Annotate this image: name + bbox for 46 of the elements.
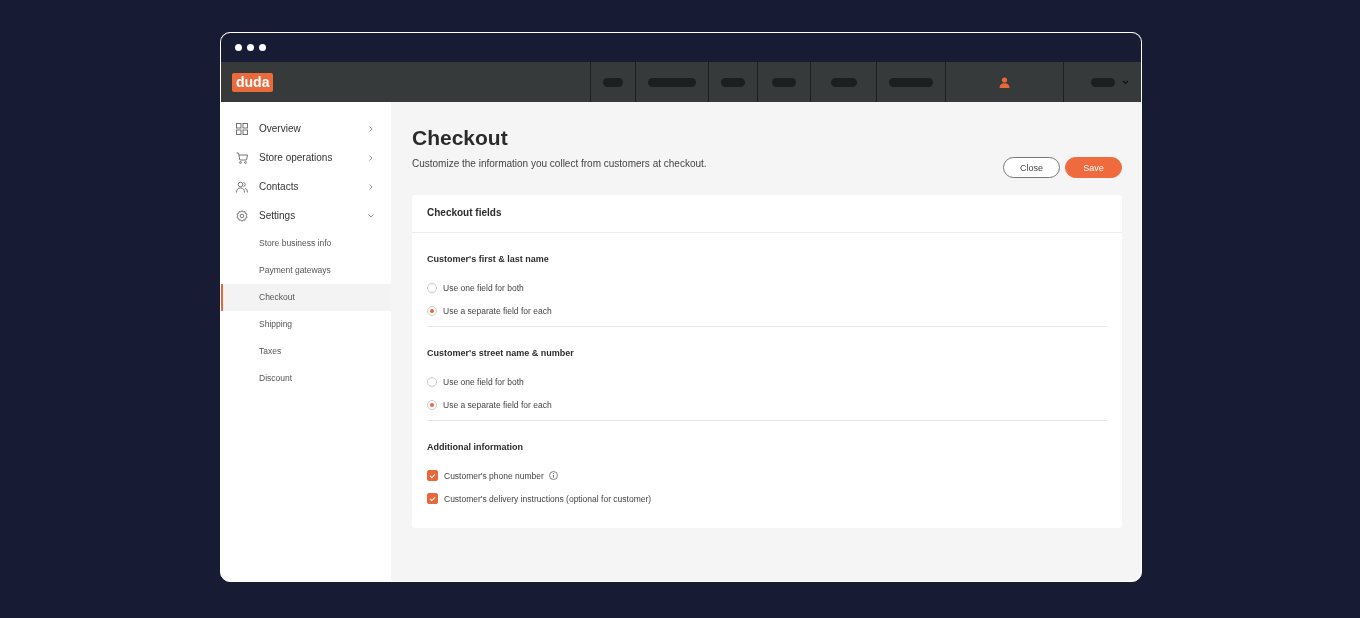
sidebar-subitem[interactable]: Shipping bbox=[221, 311, 391, 338]
sidebar-subitem[interactable]: Discount bbox=[221, 365, 391, 392]
sidebar-subitem[interactable]: Store business info bbox=[221, 230, 391, 257]
section-title: Customer's street name & number bbox=[427, 348, 575, 358]
nav-placeholder-pill[interactable] bbox=[603, 77, 623, 87]
window-dot-icon bbox=[235, 44, 242, 51]
info-icon[interactable] bbox=[548, 471, 558, 480]
sidebar-item-label: Overview bbox=[259, 123, 302, 134]
nav-placeholder-pill[interactable] bbox=[721, 77, 745, 87]
sidebar-item[interactable]: Overview bbox=[221, 114, 391, 143]
sidebar-subitem[interactable]: Checkout bbox=[221, 284, 391, 311]
sidebar-item-label: Contacts bbox=[259, 181, 300, 192]
option-label: Customer's delivery instructions (optional for customer) bbox=[444, 493, 652, 504]
sidebar-subitem[interactable]: Taxes bbox=[221, 338, 391, 365]
nav-placeholder-pill[interactable] bbox=[772, 77, 796, 87]
nav-placeholder-pill[interactable] bbox=[1090, 77, 1115, 87]
card-title: Checkout fields bbox=[412, 195, 1122, 233]
option-label: Use one field for both bbox=[443, 282, 524, 293]
checkbox[interactable] bbox=[427, 470, 438, 481]
page-subtitle: Customize the information you collect from customers at checkout. bbox=[412, 158, 707, 169]
sidebar-item[interactable]: Contacts bbox=[221, 172, 391, 201]
grid-icon bbox=[236, 122, 248, 135]
option-label: Use one field for both bbox=[443, 376, 524, 387]
section-title: Customer's first & last name bbox=[427, 254, 550, 264]
page-title: Checkout bbox=[412, 126, 509, 150]
cart-icon bbox=[236, 151, 248, 164]
gear-icon bbox=[236, 209, 248, 222]
sidebar-item-label: Store operations bbox=[259, 152, 334, 163]
option-label: Customer's phone number bbox=[444, 470, 544, 481]
nav-placeholder-pill[interactable] bbox=[830, 77, 857, 87]
sidebar-item-label: Settings bbox=[259, 210, 297, 221]
sidebar-item[interactable]: Store operations bbox=[221, 143, 391, 172]
checkbox[interactable] bbox=[427, 493, 438, 504]
people-icon bbox=[236, 180, 248, 193]
chevron-down-icon[interactable] bbox=[1122, 80, 1129, 85]
user-icon[interactable] bbox=[999, 76, 1010, 88]
nav-placeholder-pill[interactable] bbox=[889, 77, 933, 87]
section-title: Additional information bbox=[427, 442, 524, 452]
nav-placeholder-pill[interactable] bbox=[648, 77, 696, 87]
window-dot-icon bbox=[247, 44, 254, 51]
window-dot-icon bbox=[259, 44, 266, 51]
option-label: Use a separate field for each bbox=[443, 399, 552, 410]
sidebar-item[interactable]: Settings bbox=[221, 201, 391, 230]
close-button[interactable]: Close bbox=[1003, 157, 1060, 178]
sidebar-subitem[interactable]: Payment gateways bbox=[221, 257, 391, 284]
option-label: Use a separate field for each bbox=[443, 305, 552, 316]
